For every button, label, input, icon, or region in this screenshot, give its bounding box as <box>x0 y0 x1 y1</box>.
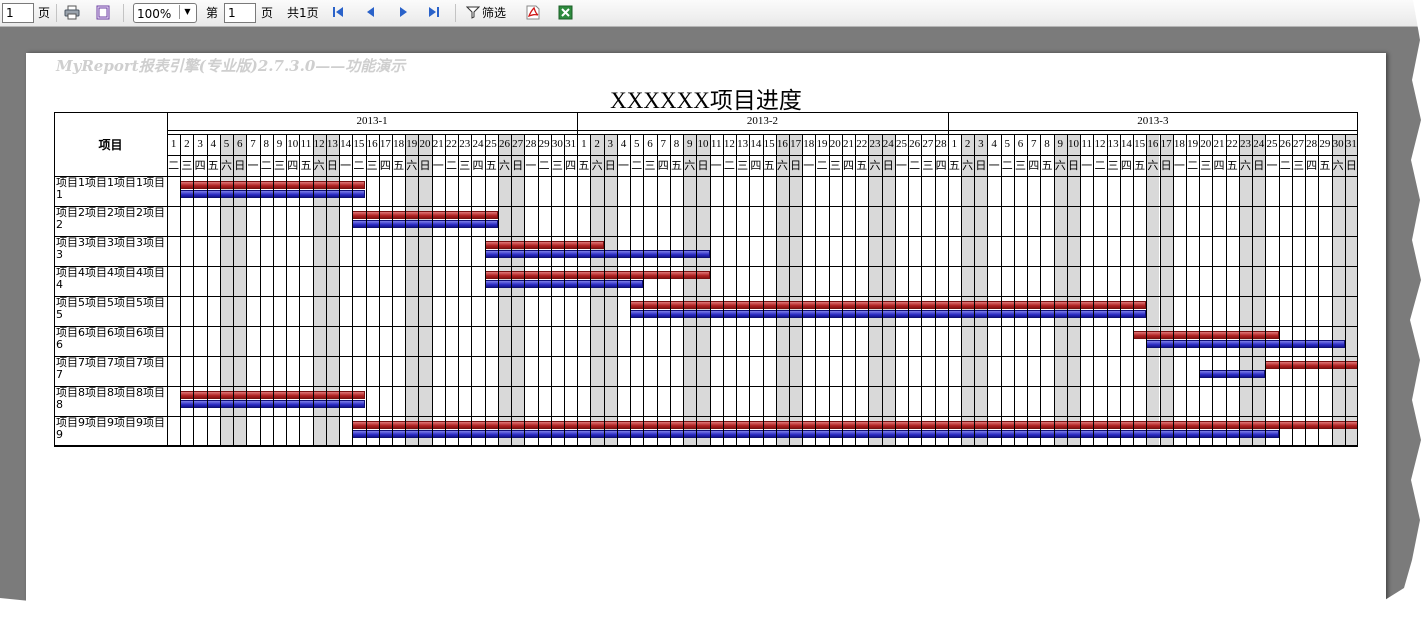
torn-edge-effect <box>0 0 1428 620</box>
